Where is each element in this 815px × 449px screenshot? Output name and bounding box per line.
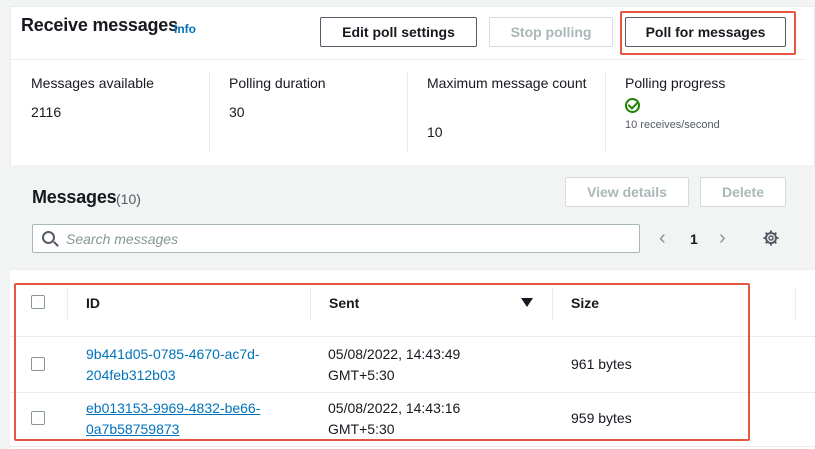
stop-polling-button[interactable]: Stop polling bbox=[489, 17, 613, 47]
stat-separator bbox=[407, 72, 408, 152]
stat-separator bbox=[209, 72, 210, 152]
chevron-right-icon[interactable]: › bbox=[719, 227, 726, 250]
search-icon bbox=[42, 231, 55, 244]
success-check-icon bbox=[625, 98, 640, 113]
view-details-button[interactable]: View details bbox=[565, 177, 689, 207]
chevron-left-icon[interactable]: ‹ bbox=[659, 227, 666, 250]
stat-label-polling-duration: Polling duration bbox=[229, 75, 326, 91]
highlight-messages-table bbox=[14, 283, 750, 441]
edit-poll-settings-button[interactable]: Edit poll settings bbox=[320, 17, 477, 47]
highlight-poll-button bbox=[620, 11, 796, 55]
stat-value-polling-duration: 30 bbox=[229, 104, 245, 120]
polling-rate: 10 receives/second bbox=[625, 119, 720, 131]
page-number[interactable]: 1 bbox=[690, 231, 698, 247]
page-title: Receive messages bbox=[21, 15, 178, 35]
stat-separator bbox=[605, 72, 606, 152]
messages-title: Messages bbox=[32, 187, 117, 207]
stat-value-max-message-count: 10 bbox=[427, 124, 443, 140]
row-divider bbox=[10, 446, 815, 447]
stat-label-max-message-count: Maximum message count bbox=[427, 75, 587, 91]
messages-count: (10) bbox=[116, 191, 141, 207]
stat-value-messages-available: 2116 bbox=[31, 104, 62, 120]
search-input[interactable]: Search messages bbox=[32, 224, 640, 253]
messages-panel bbox=[10, 165, 815, 269]
header-divider bbox=[10, 59, 805, 60]
info-link[interactable]: Info bbox=[174, 22, 196, 36]
stat-label-messages-available: Messages available bbox=[31, 75, 154, 91]
delete-button[interactable]: Delete bbox=[700, 177, 786, 207]
gear-icon[interactable] bbox=[763, 230, 779, 246]
column-separator bbox=[795, 288, 796, 320]
stat-label-polling-progress: Polling progress bbox=[625, 75, 726, 91]
search-placeholder: Search messages bbox=[66, 231, 179, 247]
